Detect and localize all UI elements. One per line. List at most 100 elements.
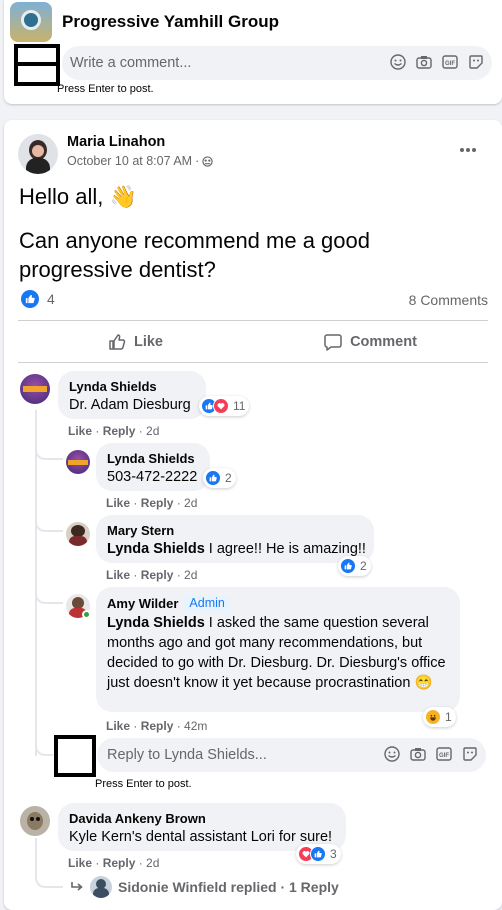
post-greeting: Hello all, 👋: [19, 184, 137, 210]
like-reaction-icon: [340, 558, 356, 574]
sticker-icon[interactable]: [468, 54, 484, 70]
thread-curve-2: [35, 510, 63, 532]
comment-time[interactable]: 2d: [184, 496, 197, 510]
post-author[interactable]: Maria Linahon: [67, 134, 165, 150]
post-like-count: 4: [47, 291, 55, 307]
like-button-label: Like: [133, 334, 163, 350]
reply-input[interactable]: Reply to Lynda Shields... GIF: [97, 738, 486, 772]
camera-icon[interactable]: [410, 746, 426, 762]
comment-actions: Like · Reply · 42m: [106, 719, 208, 733]
comment-reactions[interactable]: 2: [338, 556, 371, 576]
comment-author[interactable]: Lynda Shields: [107, 451, 195, 466]
author-avatar[interactable]: [18, 134, 58, 174]
thread-line-last: [35, 838, 37, 870]
post-comments-count[interactable]: 8 Comments: [409, 292, 488, 308]
thread-curve-1: [35, 438, 63, 460]
commenter-avatar[interactable]: [20, 806, 50, 836]
comment-input-placeholder: Write a comment...: [70, 55, 192, 71]
comment-reply-link[interactable]: Reply: [141, 496, 174, 510]
comment-like-link[interactable]: Like: [106, 719, 130, 733]
comment-button[interactable]: Comment: [253, 326, 488, 358]
comment-reply-link[interactable]: Reply: [103, 424, 136, 438]
reaction-count: 11: [233, 399, 246, 413]
comment-input[interactable]: Write a comment... GIF: [62, 46, 492, 80]
comment-actions: Like · Reply · 2d: [68, 856, 160, 870]
emoji-icon[interactable]: [384, 746, 400, 762]
thread-curve-3: [35, 582, 63, 604]
comment-bubble: Lynda Shields Dr. Adam Diesburg: [58, 371, 206, 419]
post-card: Maria Linahon October 10 at 8:07 AM · He…: [4, 120, 502, 910]
comment-bubble: Mary Stern Lynda Shields I agree!! He is…: [96, 515, 374, 563]
svg-text:GIF: GIF: [439, 753, 449, 759]
like-reaction-icon: [205, 470, 221, 486]
comment-like-link[interactable]: Like: [68, 424, 92, 438]
comment-actions: Like · Reply · 2d: [68, 424, 160, 438]
top-card: Progressive Yamhill Group Write a commen…: [4, 0, 502, 104]
commenter-avatar[interactable]: [66, 450, 90, 474]
replier-avatar: [90, 876, 112, 898]
comment-reactions[interactable]: 3: [296, 844, 341, 864]
comment-bubble: Amy Wilder Admin Lynda Shields I asked t…: [96, 587, 460, 712]
comment-time[interactable]: 2d: [184, 568, 197, 582]
comment-author-row: Amy Wilder Admin: [107, 595, 230, 611]
group-icon[interactable]: [202, 155, 213, 167]
comment-time[interactable]: 42m: [184, 719, 207, 733]
separator-dot: ·: [195, 154, 200, 168]
post-reaction-summary[interactable]: 4: [21, 290, 55, 308]
comment-author[interactable]: Davida Ankeny Brown: [69, 811, 206, 826]
comment-author[interactable]: Lynda Shields: [69, 379, 157, 394]
action-divider-top: [18, 320, 488, 321]
view-replies-link[interactable]: Sidonie Winfield replied · 1 Reply: [70, 876, 339, 898]
comment-reply-link[interactable]: Reply: [103, 856, 136, 870]
comment-actions: Like · Reply · 2d: [106, 496, 198, 510]
comment-time[interactable]: 2d: [146, 424, 159, 438]
post-timestamp[interactable]: October 10 at 8:07 AM: [67, 154, 192, 168]
comment-like-link[interactable]: Like: [106, 496, 130, 510]
comment-text: Kyle Kern's dental assistant Lori for su…: [69, 829, 333, 845]
comment-bubble: Lynda Shields 503-472-2222: [96, 443, 210, 491]
reaction-count: 1: [445, 710, 452, 724]
comment-like-link[interactable]: Like: [68, 856, 92, 870]
sticker-icon[interactable]: [462, 746, 478, 762]
commenter-avatar[interactable]: [20, 374, 50, 404]
camera-icon[interactable]: [416, 54, 432, 70]
comment-reply-link[interactable]: Reply: [141, 568, 174, 582]
haha-reaction-icon: [425, 709, 441, 725]
wave-emoji: 👋: [109, 184, 137, 209]
comment-text-wrap: Lynda Shields I asked the same question …: [107, 613, 449, 693]
thumbs-up-icon: [108, 333, 126, 351]
comment-author[interactable]: Amy Wilder: [107, 596, 178, 611]
like-button[interactable]: Like: [18, 326, 253, 358]
group-name[interactable]: Progressive Yamhill Group: [62, 12, 279, 32]
reply-avatar-placeholder: [54, 735, 96, 777]
group-avatar[interactable]: [10, 2, 52, 42]
svg-text:GIF: GIF: [445, 61, 455, 67]
comment-actions: Like · Reply · 2d: [106, 568, 198, 582]
comment-reactions[interactable]: 2: [203, 468, 236, 488]
gif-icon[interactable]: GIF: [436, 746, 452, 762]
admin-badge[interactable]: Admin: [184, 595, 230, 611]
reply-arrow-icon: [70, 881, 84, 893]
more-options-icon[interactable]: [456, 142, 480, 158]
grin-emoji: 😁: [414, 675, 433, 691]
comment-reactions[interactable]: 1: [423, 707, 456, 727]
like-reaction-icon: [21, 290, 39, 308]
comment-time[interactable]: 2d: [146, 856, 159, 870]
thread-curve-5: [35, 868, 63, 888]
comment-reply-link[interactable]: Reply: [141, 719, 174, 733]
comment-reactions[interactable]: 11: [199, 396, 250, 416]
commenter-avatar[interactable]: [66, 522, 90, 546]
comment-text: Dr. Adam Diesburg: [69, 397, 191, 413]
replier-name: Sidonie Winfield: [118, 879, 227, 895]
online-status-dot: [82, 610, 91, 619]
comment-author[interactable]: Mary Stern: [107, 523, 174, 538]
comment-like-link[interactable]: Like: [106, 568, 130, 582]
emoji-icon[interactable]: [390, 54, 406, 70]
mention-link[interactable]: Lynda Shields: [107, 615, 205, 631]
mention-link[interactable]: Lynda Shields: [107, 541, 205, 557]
reply-input-placeholder: Reply to Lynda Shields...: [107, 747, 267, 763]
reaction-count: 2: [225, 471, 232, 485]
comment-text: I agree!! He is amazing!!: [204, 541, 366, 557]
speech-bubble-icon: [324, 333, 342, 351]
gif-icon[interactable]: GIF: [442, 54, 458, 70]
